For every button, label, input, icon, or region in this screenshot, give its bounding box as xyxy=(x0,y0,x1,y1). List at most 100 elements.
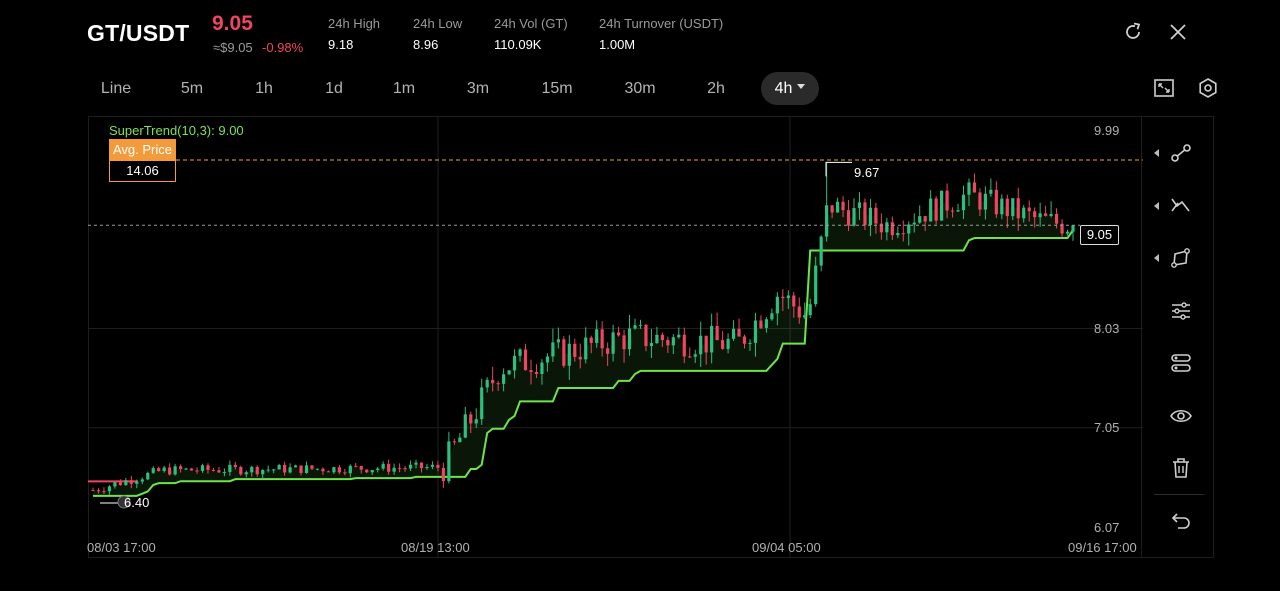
candle-body xyxy=(814,265,818,305)
candlestick-chart[interactable] xyxy=(88,116,1143,558)
candle-body xyxy=(638,324,643,326)
stat-24h-high: 24h High 9.18 xyxy=(328,16,380,52)
y-tick-label: 6.07 xyxy=(1094,520,1120,535)
tab-30m[interactable]: 30m xyxy=(610,72,670,105)
expand-arrow-icon[interactable] xyxy=(1154,202,1159,210)
stat-label: 24h Vol (GT) xyxy=(494,16,568,31)
shape-icon[interactable] xyxy=(1169,246,1193,270)
header: GT/USDT 9.05 ≈$9.05 -0.98% 24h High 9.18… xyxy=(0,0,1280,66)
candle-body xyxy=(299,465,303,474)
candle-body xyxy=(863,202,867,226)
close-icon[interactable] xyxy=(1167,21,1189,43)
candle-body xyxy=(523,349,528,371)
trend-line-icon[interactable] xyxy=(1169,141,1193,165)
avg-price-label[interactable]: Avg. Price 14.06 xyxy=(109,139,176,182)
tab-2h[interactable]: 2h xyxy=(690,72,742,105)
settings-icon[interactable] xyxy=(1197,77,1219,99)
candle-body xyxy=(272,469,276,471)
tab-1m[interactable]: 1m xyxy=(378,72,430,105)
supertrend-label: SuperTrend(10,3): 9.00 xyxy=(109,123,244,138)
refresh-icon[interactable] xyxy=(1122,21,1144,43)
candle-body xyxy=(912,222,916,225)
candle-body xyxy=(567,343,571,366)
pair-title[interactable]: GT/USDT xyxy=(87,20,189,47)
candle-body xyxy=(529,370,533,373)
candle-body xyxy=(589,337,593,343)
candle-body xyxy=(534,372,539,374)
candle-body xyxy=(469,414,473,424)
candle-body xyxy=(452,441,456,443)
tab-3m[interactable]: 3m xyxy=(452,72,504,105)
stat-24h-low: 24h Low 8.96 xyxy=(413,16,462,52)
candle-body xyxy=(846,210,851,226)
candle-body xyxy=(162,467,166,472)
tab-line[interactable]: Line xyxy=(88,72,144,105)
candle-body xyxy=(151,468,155,473)
candle-body xyxy=(463,414,467,438)
candle-body xyxy=(239,466,243,475)
candle-body xyxy=(857,202,862,209)
candle-body xyxy=(835,201,840,213)
tab-4h-label: 4h xyxy=(774,80,793,97)
candle-body xyxy=(365,469,369,473)
candle-body xyxy=(819,236,823,266)
candle-body xyxy=(770,313,774,320)
candle-body xyxy=(545,356,550,363)
layers-icon[interactable] xyxy=(1169,351,1193,375)
candle-body xyxy=(1071,225,1075,232)
candle-body xyxy=(649,343,654,347)
stat-value: 1.00M xyxy=(599,37,636,52)
tab-4h[interactable]: 4h xyxy=(761,72,819,105)
visibility-icon[interactable] xyxy=(1169,404,1193,428)
tab-5m[interactable]: 5m xyxy=(166,72,218,105)
candle-body xyxy=(896,233,900,236)
candle-body xyxy=(1005,198,1009,217)
candle-body xyxy=(731,328,736,339)
candle-body xyxy=(983,193,988,210)
stat-value: 110.09K xyxy=(494,37,542,52)
approx-price: ≈$9.05 xyxy=(213,40,253,55)
candle-body xyxy=(436,464,440,468)
last-price: 9.05 xyxy=(212,12,253,35)
candle-body xyxy=(600,329,604,349)
candle-body xyxy=(595,329,599,343)
candle-body xyxy=(326,471,331,473)
candle-body xyxy=(606,348,610,354)
candle-body xyxy=(748,342,752,344)
candle-body xyxy=(556,339,560,343)
candle-body xyxy=(825,205,829,237)
tab-15m[interactable]: 15m xyxy=(528,72,586,105)
indicators-icon[interactable] xyxy=(1169,299,1193,323)
y-tick-label: 8.03 xyxy=(1094,321,1120,336)
candle-body xyxy=(419,462,424,469)
candle-body xyxy=(381,463,385,469)
candle-body xyxy=(496,383,500,385)
candle-body xyxy=(693,354,697,357)
stat-value: 8.96 xyxy=(413,37,439,52)
tab-1h[interactable]: 1h xyxy=(238,72,290,105)
undo-icon[interactable] xyxy=(1169,509,1193,533)
candle-body xyxy=(1000,198,1004,215)
candle-body xyxy=(332,467,336,473)
tab-1d[interactable]: 1d xyxy=(308,72,360,105)
candle-body xyxy=(666,340,670,346)
candle-body xyxy=(907,224,911,234)
candle-body xyxy=(923,216,927,222)
candle-body xyxy=(890,222,894,236)
candle-body xyxy=(157,468,161,472)
expand-arrow-icon[interactable] xyxy=(1154,149,1159,157)
candle-body xyxy=(124,480,128,486)
trash-icon[interactable] xyxy=(1169,456,1193,480)
candle-body xyxy=(310,465,314,469)
candle-body xyxy=(781,296,785,299)
x-tick-label: 09/04 05:00 xyxy=(752,540,821,555)
candle-body xyxy=(200,465,205,471)
expand-arrow-icon[interactable] xyxy=(1154,254,1159,262)
low-marker-label: 6.40 xyxy=(124,495,150,510)
multi-line-icon[interactable] xyxy=(1169,194,1193,218)
candle-body xyxy=(408,464,413,469)
fullscreen-icon[interactable] xyxy=(1153,77,1175,99)
candle-body xyxy=(1027,207,1031,212)
candle-body xyxy=(655,334,659,344)
candle-body xyxy=(627,328,632,350)
